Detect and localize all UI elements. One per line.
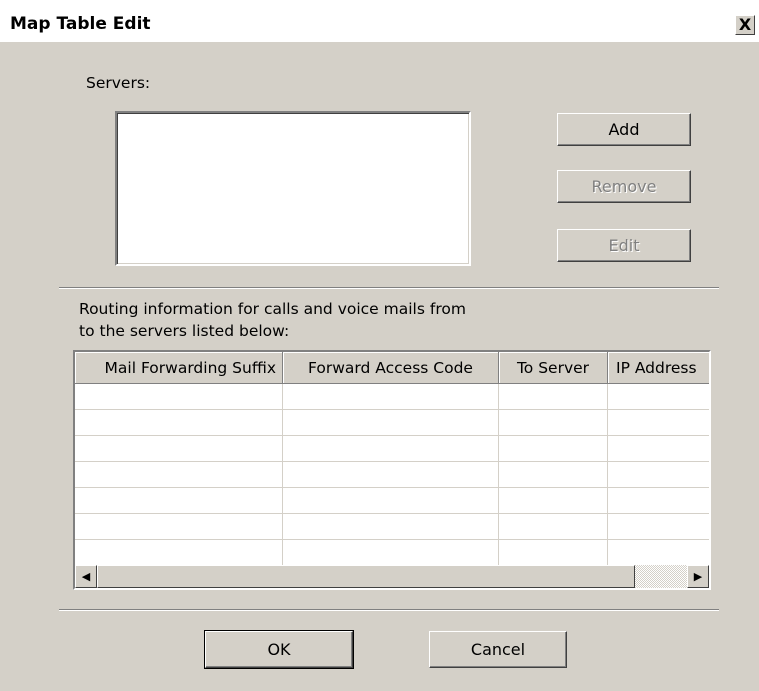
scroll-right-button[interactable]: ▶: [687, 565, 709, 588]
table-row[interactable]: [75, 410, 709, 436]
table-cell[interactable]: [75, 514, 283, 540]
table-row[interactable]: [75, 384, 709, 410]
table-cell[interactable]: [608, 540, 709, 566]
table-cell[interactable]: [608, 436, 709, 462]
table-cell[interactable]: [283, 514, 499, 540]
table-cell[interactable]: [75, 384, 283, 410]
scroll-right-arrow-icon: ▶: [693, 570, 703, 583]
table-cell[interactable]: [283, 540, 499, 566]
close-icon: X: [738, 15, 752, 34]
table-cell[interactable]: [499, 436, 608, 462]
scroll-track[interactable]: [635, 565, 687, 588]
scroll-left-arrow-icon: ◀: [81, 570, 91, 583]
table-cell[interactable]: [75, 462, 283, 488]
table-cell[interactable]: [283, 462, 499, 488]
horizontal-scrollbar[interactable]: ◀ ▶: [75, 565, 709, 588]
table-cell[interactable]: [499, 462, 608, 488]
scroll-thumb[interactable]: [97, 565, 635, 588]
routing-table-header: Mail Forwarding Suffix Forward Access Co…: [75, 352, 709, 384]
routing-table-body: [75, 384, 709, 566]
remove-button-label: Remove: [591, 177, 657, 196]
table-cell[interactable]: [283, 384, 499, 410]
table-cell[interactable]: [499, 488, 608, 514]
table-cell[interactable]: [608, 488, 709, 514]
table-row[interactable]: [75, 462, 709, 488]
remove-button[interactable]: Remove: [557, 170, 691, 203]
title-bar: Map Table Edit X: [0, 0, 759, 42]
table-cell[interactable]: [283, 410, 499, 436]
ok-button-label: OK: [267, 640, 291, 659]
close-button[interactable]: X: [735, 15, 755, 35]
routing-table[interactable]: Mail Forwarding Suffix Forward Access Co…: [73, 350, 711, 590]
table-cell[interactable]: [608, 384, 709, 410]
edit-button-label: Edit: [608, 236, 640, 255]
table-cell[interactable]: [499, 514, 608, 540]
table-cell[interactable]: [499, 540, 608, 566]
table-row[interactable]: [75, 540, 709, 566]
column-header-label: Mail Forwarding Suffix: [104, 358, 276, 377]
servers-label: Servers:: [86, 74, 151, 92]
table-row[interactable]: [75, 514, 709, 540]
cancel-button-label: Cancel: [470, 640, 526, 659]
scroll-left-button[interactable]: ◀: [75, 565, 97, 588]
table-row[interactable]: [75, 436, 709, 462]
column-header-ip-address[interactable]: IP Address: [608, 352, 709, 384]
column-header-label: To Server: [516, 358, 590, 377]
table-cell[interactable]: [75, 410, 283, 436]
add-button-label: Add: [608, 120, 640, 139]
column-header-mail-forwarding-suffix[interactable]: Mail Forwarding Suffix: [75, 352, 283, 384]
table-cell[interactable]: [75, 436, 283, 462]
add-button[interactable]: Add: [557, 113, 691, 146]
routing-description-line1: Routing information for calls and voice …: [79, 300, 466, 318]
table-cell[interactable]: [608, 462, 709, 488]
table-cell[interactable]: [75, 540, 283, 566]
table-cell[interactable]: [608, 514, 709, 540]
routing-description-line2: to the servers listed below:: [79, 322, 290, 340]
edit-button[interactable]: Edit: [557, 229, 691, 262]
table-cell[interactable]: [283, 436, 499, 462]
table-cell[interactable]: [283, 488, 499, 514]
separator-top: [59, 287, 719, 289]
table-cell[interactable]: [608, 410, 709, 436]
column-header-forward-access-code[interactable]: Forward Access Code: [283, 352, 499, 384]
table-cell[interactable]: [75, 488, 283, 514]
column-header-label: IP Address: [616, 358, 697, 377]
table-cell[interactable]: [499, 410, 608, 436]
table-cell[interactable]: [499, 384, 608, 410]
servers-listbox[interactable]: [115, 111, 471, 266]
table-row[interactable]: [75, 488, 709, 514]
cancel-button[interactable]: Cancel: [429, 631, 567, 668]
column-header-to-server[interactable]: To Server: [499, 352, 608, 384]
ok-button[interactable]: OK: [204, 630, 354, 669]
column-header-label: Forward Access Code: [308, 358, 473, 377]
window-title: Map Table Edit: [10, 14, 151, 34]
separator-bottom: [59, 609, 719, 611]
